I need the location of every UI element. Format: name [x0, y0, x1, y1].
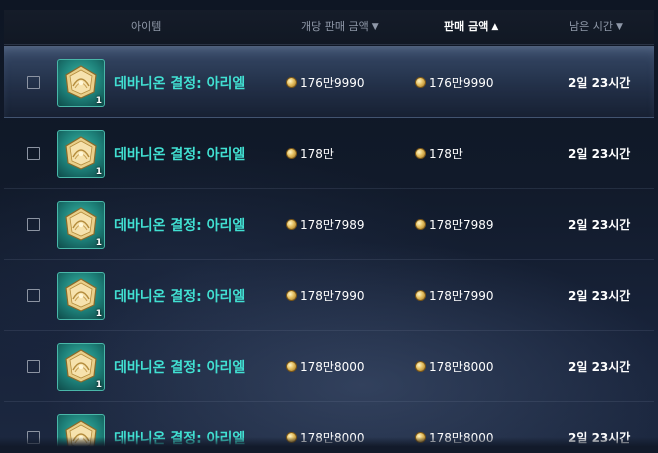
gold-coin-icon [286, 77, 297, 88]
total-price: 178만7989 [415, 216, 493, 233]
item-name[interactable]: 데바니온 결정: 아리엘 [114, 73, 245, 93]
item-quantity: 1 [95, 309, 102, 319]
row-checkbox[interactable] [27, 289, 40, 302]
row-checkbox[interactable] [27, 360, 40, 373]
item-quantity: 1 [95, 167, 102, 177]
unit-price: 178만 [286, 145, 334, 162]
total-price: 178만8000 [415, 358, 493, 375]
auction-list-panel: 아이템 개당 판매 금액 ▼ 판매 금액 ▲ 남은 시간 ▼ 1 데바니온 결정: 아… [0, 0, 658, 453]
gold-coin-icon [286, 361, 297, 372]
listing-row[interactable]: 1 데바니온 결정: 아리엘 178만7990 178만7990 2일 23시간 [4, 260, 654, 331]
header-total-price-label: 판매 금액 [444, 20, 489, 33]
total-price: 178만7990 [415, 287, 493, 304]
gold-coin-icon [415, 290, 426, 301]
listing-row[interactable]: 1 데바니온 결정: 아리엘 178만8000 178만8000 2일 23시간 [4, 331, 654, 402]
unit-price-value: 178만7989 [300, 218, 365, 232]
list-bottom-fade [0, 437, 658, 453]
devanion-crystal-icon: 1 [57, 343, 105, 391]
unit-price-value: 178만 [300, 147, 334, 161]
list-header: 아이템 개당 판매 금액 ▼ 판매 금액 ▲ 남은 시간 ▼ [4, 10, 654, 45]
total-price-value: 178만7990 [429, 289, 494, 303]
total-price: 176만9990 [415, 74, 493, 91]
listing-rows: 1 데바니온 결정: 아리엘 176만9990 176만9990 2일 23시간… [4, 46, 654, 453]
gold-coin-icon [415, 77, 426, 88]
listing-row[interactable]: 1 데바니온 결정: 아리엘 176만9990 176만9990 2일 23시간 [4, 46, 654, 118]
devanion-crystal-icon: 1 [57, 272, 105, 320]
unit-price-value: 176만9990 [300, 76, 365, 90]
header-unit-price[interactable]: 개당 판매 금액 ▼ [301, 10, 379, 44]
item-quantity: 1 [95, 380, 102, 390]
item-name[interactable]: 데바니온 결정: 아리엘 [114, 286, 245, 306]
time-left: 2일 23시간 [568, 289, 631, 303]
total-price-value: 178만7989 [429, 218, 494, 232]
time-left: 2일 23시간 [568, 76, 631, 90]
gold-coin-icon [415, 361, 426, 372]
triangle-down-icon: ▼ [371, 22, 379, 32]
unit-price: 178만7989 [286, 216, 364, 233]
gold-coin-icon [286, 290, 297, 301]
time-left: 2일 23시간 [568, 147, 631, 161]
unit-price-value: 178만7990 [300, 289, 365, 303]
triangle-down-icon: ▼ [615, 22, 623, 32]
total-price: 178만 [415, 145, 463, 162]
item-name[interactable]: 데바니온 결정: 아리엘 [114, 215, 245, 235]
item-quantity: 1 [95, 238, 102, 248]
row-checkbox[interactable] [27, 147, 40, 160]
total-price-value: 176만9990 [429, 76, 494, 90]
item-name[interactable]: 데바니온 결정: 아리엘 [114, 357, 245, 377]
gold-coin-icon [286, 219, 297, 230]
total-price-value: 178만 [429, 147, 463, 161]
unit-price-value: 178만8000 [300, 360, 365, 374]
header-item[interactable]: 아이템 [131, 10, 161, 44]
row-checkbox[interactable] [27, 218, 40, 231]
time-left: 2일 23시간 [568, 360, 631, 374]
gold-coin-icon [286, 148, 297, 159]
time-left: 2일 23시간 [568, 218, 631, 232]
listing-row[interactable]: 1 데바니온 결정: 아리엘 178만7989 178만7989 2일 23시간 [4, 189, 654, 260]
unit-price: 178만7990 [286, 287, 364, 304]
header-unit-price-label: 개당 판매 금액 [301, 20, 369, 33]
gold-coin-icon [415, 219, 426, 230]
row-checkbox[interactable] [27, 76, 40, 89]
gold-coin-icon [415, 148, 426, 159]
header-time-left-label: 남은 시간 [569, 20, 613, 33]
triangle-up-icon: ▲ [491, 22, 499, 32]
devanion-crystal-icon: 1 [57, 130, 105, 178]
item-quantity: 1 [95, 96, 102, 106]
unit-price: 178만8000 [286, 358, 364, 375]
listing-row[interactable]: 1 데바니온 결정: 아리엘 178만 178만 2일 23시간 [4, 118, 654, 189]
devanion-crystal-icon: 1 [57, 59, 105, 107]
header-time-left[interactable]: 남은 시간 ▼ [569, 10, 623, 44]
unit-price: 176만9990 [286, 74, 364, 91]
header-item-label: 아이템 [131, 20, 162, 33]
devanion-crystal-icon: 1 [57, 201, 105, 249]
item-name[interactable]: 데바니온 결정: 아리엘 [114, 144, 245, 164]
total-price-value: 178만8000 [429, 360, 494, 374]
header-total-price[interactable]: 판매 금액 ▲ [444, 10, 498, 44]
